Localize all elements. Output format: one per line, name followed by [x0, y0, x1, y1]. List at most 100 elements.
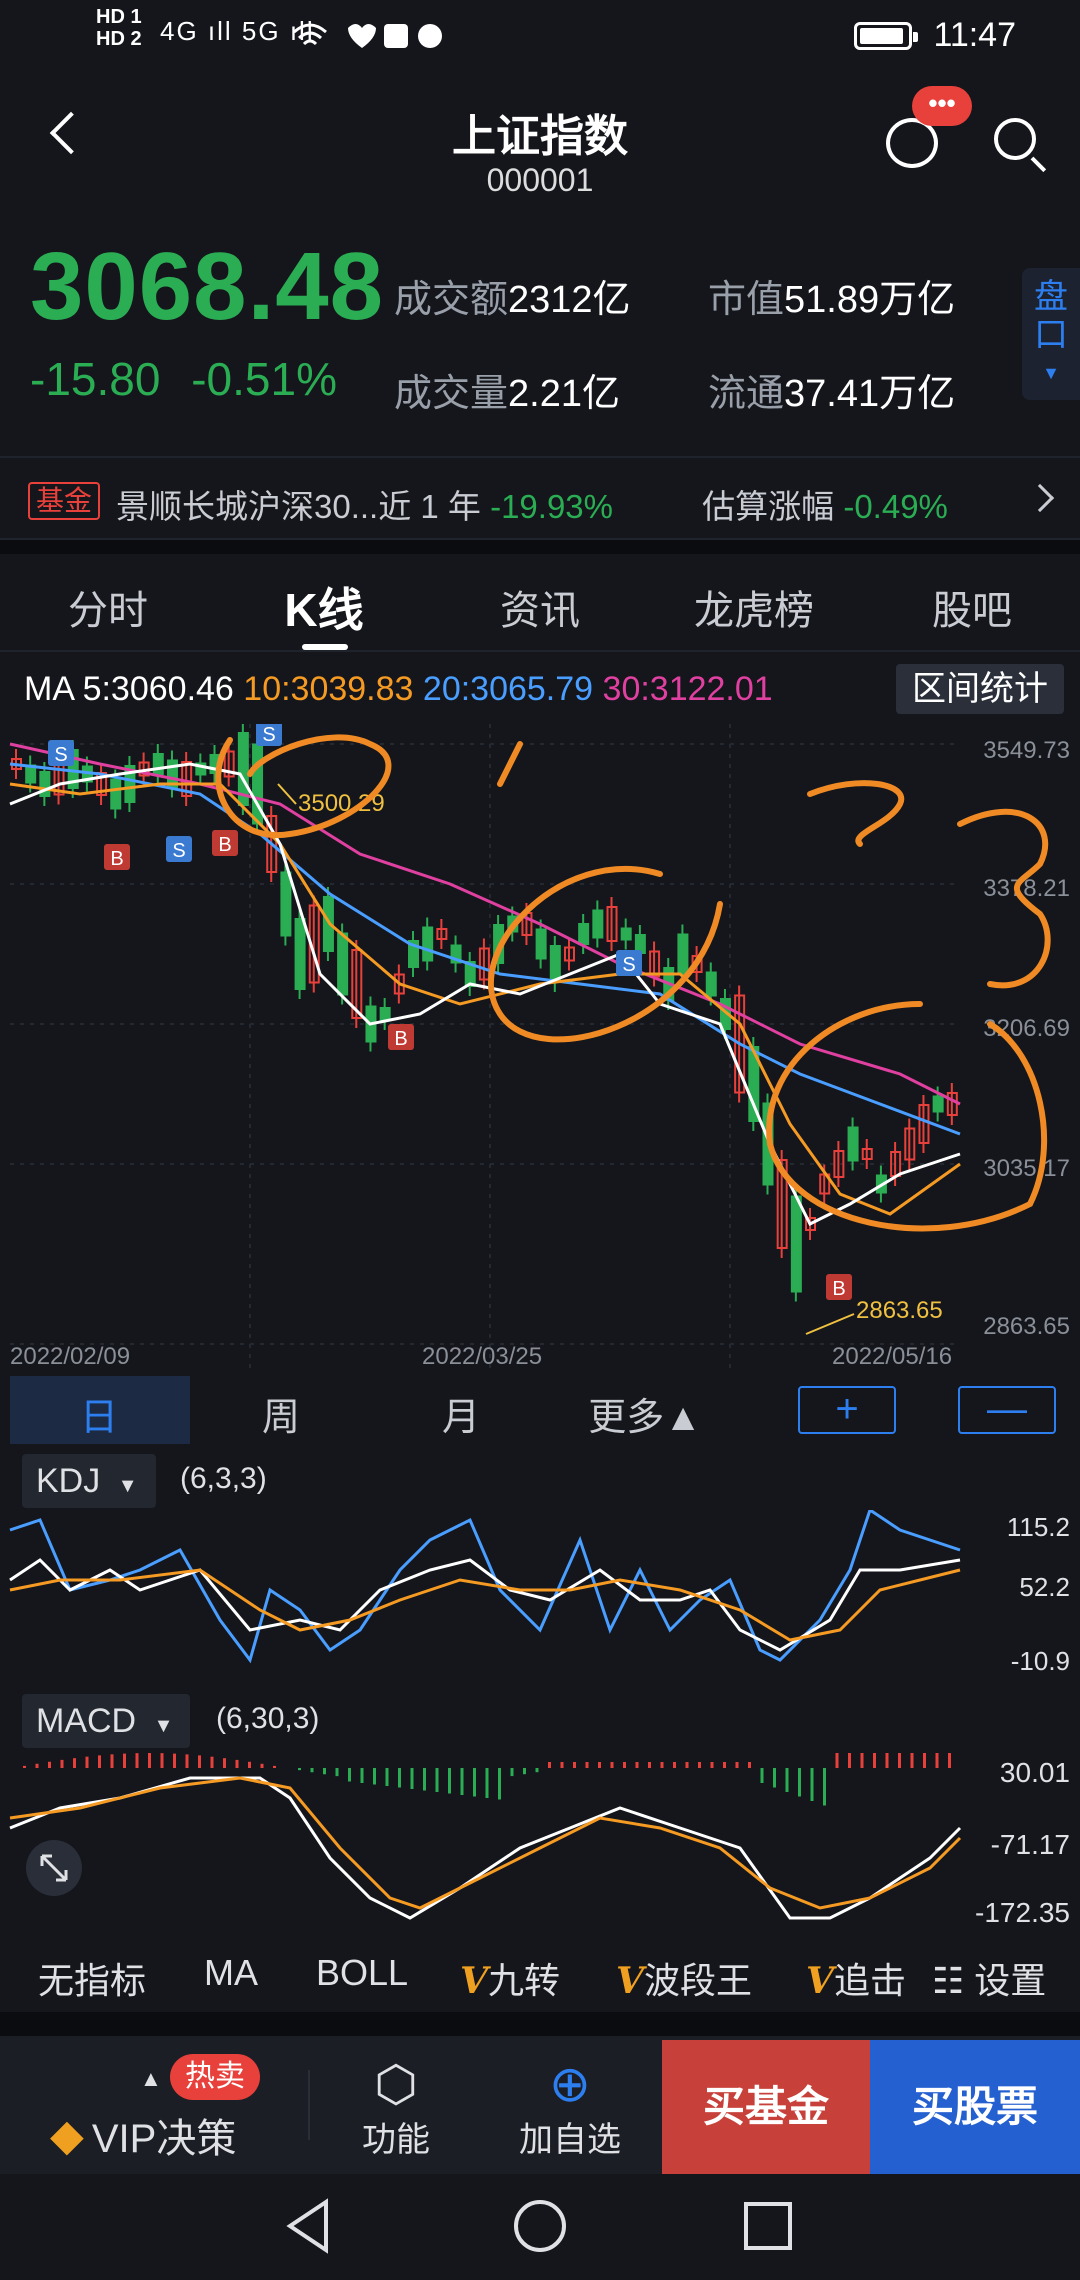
v-icon: V	[460, 1960, 488, 2002]
macd-histogram	[23, 1753, 951, 1806]
search-icon[interactable]	[994, 118, 1036, 160]
kdj-y-label: 115.2	[1007, 1512, 1070, 1542]
buy-fund-button[interactable]: 买基金	[662, 2040, 870, 2174]
macd-dea-line	[9, 1776, 962, 1910]
candle-body	[932, 1095, 944, 1113]
indicator-ma[interactable]: MA	[204, 1952, 258, 1994]
mktcap-value: 51.89万亿	[784, 279, 956, 321]
vip-label: VIP决策	[91, 2117, 237, 2161]
macd-chart[interactable]: 30.01 -71.17 -172.35	[0, 1748, 1080, 1938]
kdj-select[interactable]: KDJ ▼	[22, 1454, 156, 1508]
change-value: -15.80	[30, 353, 161, 405]
triangle-down-icon: ▼	[153, 1715, 174, 1737]
kdj-d-line	[9, 1568, 961, 1642]
candle-body	[535, 928, 547, 960]
fund-est-value: -0.49%	[843, 488, 948, 525]
y-label: 3549.73	[983, 737, 1070, 764]
low-annotation: 2863.65	[856, 1297, 943, 1324]
sim1-label: HD 1	[96, 6, 142, 28]
pankou-button[interactable]: 盘口 ▼	[1022, 268, 1080, 400]
kdj-params: (6,3,3)	[180, 1462, 267, 1495]
candle-body	[578, 923, 590, 945]
fund-year-return: -19.93%	[490, 488, 613, 525]
candle-body	[294, 918, 306, 990]
chat-badge: •••	[912, 86, 972, 126]
candle-body	[110, 778, 122, 810]
vip-button[interactable]: ◆ VIP决策	[50, 2106, 236, 2164]
kline-candles	[11, 724, 958, 1302]
ma20-value: 20:3065.79	[422, 670, 594, 708]
divider	[0, 540, 1080, 554]
range-stats-button[interactable]: 区间统计	[896, 664, 1064, 714]
tab-dragon-tiger[interactable]: 龙虎榜	[654, 578, 854, 636]
triangle-down-icon: ▼	[117, 1475, 138, 1497]
kdj-chart[interactable]: 115.2 52.2 -10.9	[0, 1510, 1080, 1690]
turnover-label: 成交额	[394, 279, 509, 321]
buy-signal-label: B	[394, 1028, 407, 1050]
tab-news[interactable]: 资讯	[440, 578, 640, 636]
turnover-value: 2312亿	[508, 279, 631, 321]
zoom-out-button[interactable]: —	[958, 1386, 1056, 1434]
buy-signal-label: B	[832, 1278, 845, 1300]
tab-kline[interactable]: K线	[224, 574, 424, 640]
indicator-none[interactable]: 无指标	[38, 1952, 146, 2004]
zoom-in-button[interactable]: +	[798, 1386, 896, 1434]
kline-x-axis: 2022/02/09 2022/03/25 2022/05/16	[10, 1343, 952, 1370]
period-day[interactable]: 日	[24, 1386, 174, 1441]
ma-legend: MA 5:3060.46 10:3039.83 20:3065.79 30:31…	[24, 670, 773, 709]
period-month[interactable]: 月	[386, 1386, 536, 1441]
stock-code: 000001	[486, 162, 594, 198]
triangle-up-icon: ▲	[140, 2066, 162, 2091]
hot-badge: 热卖	[170, 2054, 260, 2100]
candle-body	[677, 933, 689, 975]
add-watchlist-label: 加自选	[519, 2121, 621, 2159]
y-label: 3035.17	[983, 1155, 1070, 1182]
period-week[interactable]: 周	[206, 1386, 356, 1441]
fund-name: 景顺长城沪深30...近 1 年	[116, 488, 481, 525]
kline-chart[interactable]: S S S S B B B B 3500.29 2863.65 3549.73 …	[0, 724, 1080, 1370]
sell-signal-label: S	[54, 744, 67, 766]
ma10-value: 10:3039.83	[243, 670, 414, 708]
sim-indicators: HD 1 HD 2	[96, 6, 142, 50]
fund-info[interactable]: 景顺长城沪深30...近 1 年 -19.93% 估算涨幅 -0.49%	[116, 480, 948, 528]
change-percent: -0.51%	[191, 353, 337, 405]
indicator-boduanwang[interactable]: V波段王	[616, 1952, 752, 2004]
plus-circle-icon: ⊕	[549, 2056, 591, 2112]
candle-body	[549, 945, 561, 983]
tab-indicator	[302, 644, 348, 650]
clock: 11:47	[933, 16, 1016, 54]
indicator-jiuzhuan[interactable]: V九转	[460, 1952, 560, 2004]
float-stat: 流通37.41万亿	[708, 362, 955, 417]
buy-stock-button[interactable]: 买股票	[870, 2040, 1080, 2174]
heart-icon	[348, 24, 376, 48]
x-label: 2022/05/16	[832, 1343, 952, 1370]
kdj-k-line	[9, 1558, 961, 1652]
wechat-icon	[418, 24, 442, 48]
period-more[interactable]: 更多▲	[570, 1386, 720, 1441]
float-value: 37.41万亿	[784, 373, 956, 415]
tab-intraday[interactable]: 分时	[8, 578, 208, 636]
nav-buttons[interactable]	[0, 2174, 1080, 2280]
settings-button[interactable]: ☷ 设置	[932, 1952, 1046, 2004]
indicator-boll[interactable]: BOLL	[316, 1952, 408, 1994]
battery-icon	[854, 22, 918, 50]
annotation-number-2	[807, 780, 905, 847]
volume-stat: 成交量2.21亿	[394, 362, 620, 417]
macd-select[interactable]: MACD ▼	[22, 1694, 190, 1748]
macd-dif-line	[9, 1776, 962, 1920]
function-button[interactable]: ⬡ 功能	[346, 2056, 446, 2161]
indicator-jiuzhuan-label: 九转	[487, 1960, 560, 2001]
fund-tag: 基金	[28, 482, 100, 520]
candle-body	[847, 1126, 859, 1162]
buy-signal-label: B	[218, 834, 231, 856]
ma30-value: 30:3122.01	[602, 670, 773, 708]
tab-forum[interactable]: 股吧	[872, 578, 1072, 636]
ma10-line	[9, 782, 961, 1216]
app-icon	[384, 24, 408, 48]
settings-icon: ☷	[932, 1960, 975, 2001]
trade-signals: S S S S B B B B	[48, 724, 852, 1300]
add-watchlist-button[interactable]: ⊕ 加自选	[510, 2056, 630, 2161]
pankou-label: 盘口	[1034, 278, 1068, 354]
macd-y-label: -172.35	[975, 1897, 1070, 1928]
indicator-zhuiji[interactable]: V追击	[806, 1952, 912, 2004]
